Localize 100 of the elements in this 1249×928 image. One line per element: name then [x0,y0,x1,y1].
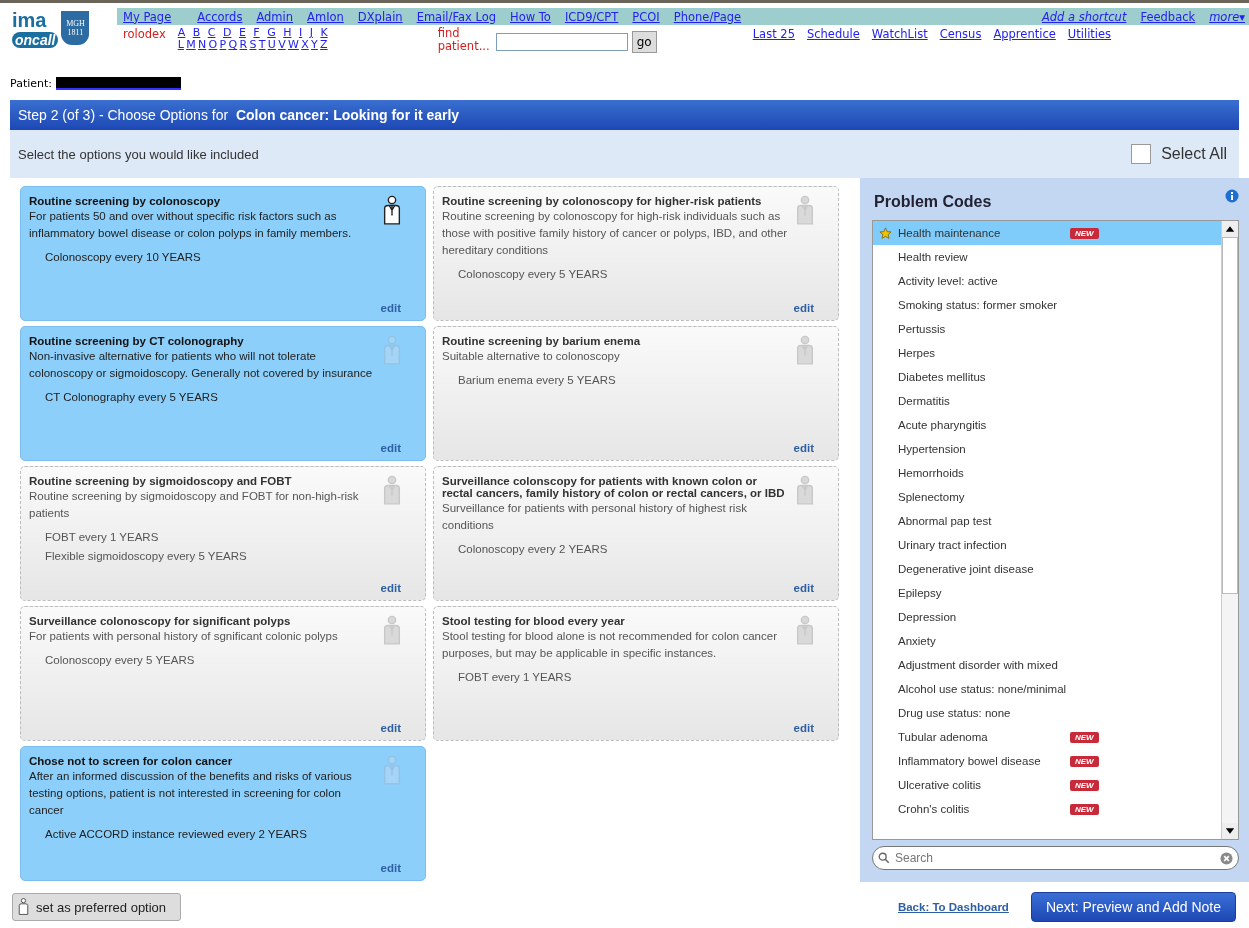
problem-item[interactable]: Dermatitis [873,389,1221,413]
select-all-label[interactable]: Select All [1161,145,1227,163]
rolodex-letter-link[interactable]: A [177,27,186,39]
rolodex-letter-link[interactable]: U [267,39,276,51]
next-button[interactable]: Next: Preview and Add Note [1030,892,1236,922]
problem-item[interactable]: Urinary tract infection [873,533,1221,557]
nav-link[interactable]: Add a shortcut [1041,9,1127,24]
rolodex-letter-link[interactable]: V [278,39,286,51]
nav-link[interactable]: WatchList [871,27,928,41]
problem-item[interactable]: Degenerative joint disease [873,557,1221,581]
select-all-checkbox[interactable] [1131,144,1152,164]
problem-item[interactable]: Crohn's colitis NEW [873,797,1221,821]
set-preferred-button[interactable]: set as preferred option [12,893,182,921]
problem-item[interactable]: Tubular adenoma NEW [873,725,1221,749]
edit-link[interactable]: edit [793,582,814,594]
option-card[interactable] [20,746,426,881]
info-icon[interactable] [1225,189,1239,203]
rolodex-letter-link[interactable]: S [249,39,257,51]
edit-link[interactable]: edit [380,582,401,594]
option-card[interactable] [433,186,839,321]
problem-item[interactable]: Splenectomy [873,485,1221,509]
rolodex-letter-link[interactable]: L [177,39,184,51]
option-card[interactable]: Routine screening by CT colonography Non-invasive alternative for patients who will not tolerate colonoscopy or sigmoidoscopy. Generally not covered by insurance CT Colonography every 5 YEARS edit [20,326,426,461]
rolodex-letter-link[interactable]: J [309,27,313,39]
rolodex-letter-link[interactable]: N [198,39,207,51]
search-field[interactable]: Search [872,846,1239,870]
problem-item[interactable]: Abnormal pap test [873,509,1221,533]
nav-link[interactable]: Apprentice [993,27,1056,41]
nav-link[interactable]: Feedback [1140,9,1196,24]
option-card[interactable]: Routine screening by barium enema Suitable alternative to colonoscopy Barium enema every 5 YEARS edit [433,326,839,461]
go-button[interactable]: go [631,31,657,53]
edit-link[interactable]: edit [793,442,814,454]
nav-link[interactable]: Last 25 [752,27,795,41]
problem-item[interactable]: Hemorrhoids [873,461,1221,485]
rolodex-letter-link[interactable]: W [288,39,299,51]
nav-link[interactable]: DXplain [357,9,403,24]
problem-item[interactable]: Herpes [873,341,1221,365]
problem-item[interactable]: Ulcerative colitis NEW [873,773,1221,797]
nav-link[interactable]: Schedule [806,27,860,41]
problem-item[interactable]: Inflammatory bowel disease NEW [873,749,1221,773]
rolodex-letter-link[interactable]: K [320,27,328,39]
rolodex-letter-link[interactable]: F [253,27,260,39]
problem-item[interactable]: Diabetes mellitus [873,365,1221,389]
nav-link[interactable]: more▾ [1209,9,1245,24]
nav-link[interactable]: Admin [256,9,294,24]
rolodex-letter-link[interactable]: O [208,39,218,51]
problem-item[interactable]: Pertussis [873,317,1221,341]
problem-item[interactable]: Acute pharyngitis [873,413,1221,437]
rolodex-letter-link[interactable]: H [283,27,292,39]
nav-link[interactable]: Email/Fax Log [416,9,496,24]
rolodex-letter-link[interactable]: I [298,27,303,39]
rolodex-letter-link[interactable]: X [301,39,309,51]
rolodex-letter-link[interactable]: E [238,27,246,39]
rolodex-letter-link[interactable]: M [186,39,196,51]
option-card[interactable]: Routine screening by sigmoidoscopy and FOBT Routine screening by sigmoidoscopy and FOBT for non-high-risk patients FOBT every 1 YEARS Flexible sigmoidoscopy every 5 YEARS edit [20,466,426,601]
problem-item[interactable]: Drug use status: none [873,701,1221,725]
nav-link[interactable]: Phone/Page [673,9,742,24]
option-card[interactable] [433,466,839,601]
rolodex-letter-link[interactable]: Z [320,39,328,51]
edit-link[interactable]: edit [380,862,401,874]
rolodex-letter-link[interactable]: P [219,39,227,51]
rolodex-letter-link[interactable]: C [207,27,216,39]
option-card[interactable]: Routine screening by colonoscopy For patients 50 and over without specific risk factors such as inflammatory bowel disease or colon polyps in family members. Colonoscopy every 10 YEARS edit [20,186,426,321]
rolodex-letter-link[interactable]: T [258,39,266,51]
nav-link[interactable]: ICD9/CPT [564,9,619,24]
problem-item[interactable]: Hypertension [873,437,1221,461]
rolodex-letter-link[interactable]: G [267,27,276,39]
problem-item[interactable]: Activity level: active [873,269,1221,293]
problem-item[interactable]: Adjustment disorder with mixed [873,653,1221,677]
problem-item[interactable]: Anxiety [873,629,1221,653]
problem-item[interactable]: Health review [873,245,1221,269]
rolodex-letter-link[interactable]: Y [311,39,318,51]
problem-item[interactable]: Smoking status: former smoker [873,293,1221,317]
nav-link[interactable]: AmIon [307,9,344,24]
nav-link[interactable]: My Page [123,9,172,24]
problem-item[interactable]: Depression [873,605,1221,629]
back-link[interactable]: Back: To Dashboard [897,901,1009,913]
edit-link[interactable]: edit [793,722,814,734]
doctor-icon[interactable] [381,195,403,227]
edit-link[interactable]: edit [380,442,401,454]
edit-link[interactable]: edit [380,722,401,734]
problem-item[interactable]: Health maintenance NEW [873,221,1221,245]
problem-item[interactable]: Alcohol use status: none/minimal [873,677,1221,701]
rolodex-letter-link[interactable]: D [222,27,232,39]
nav-link[interactable]: Accords [197,9,243,24]
scrollbar[interactable] [1221,221,1238,839]
rolodex-letter-link[interactable]: R [239,39,248,51]
edit-link[interactable]: edit [380,302,401,314]
nav-link[interactable]: How To [510,9,551,24]
option-card[interactable]: Surveillance colonoscopy for significant polyps For patients with personal history of sgnificant colonic polyps Colonoscopy every 5 YEARS edit [20,606,426,741]
problem-item[interactable]: Epilepsy [873,581,1221,605]
nav-link[interactable]: PCOI [632,9,660,24]
find-patient-field[interactable] [495,33,628,51]
rolodex-letter-link[interactable]: B [192,27,201,39]
edit-link[interactable]: edit [793,302,814,314]
clear-icon[interactable] [1220,852,1233,865]
nav-link[interactable]: Census [939,27,982,41]
option-card[interactable]: Stool testing for blood every year Stool testing for blood alone is not recommended for colon cancer purposes, but may be applicable in specific instances. FOBT every 1 YEARS edit [433,606,839,741]
rolodex-letter-link[interactable]: Q [228,39,238,51]
nav-link[interactable]: Utilities [1067,27,1112,41]
